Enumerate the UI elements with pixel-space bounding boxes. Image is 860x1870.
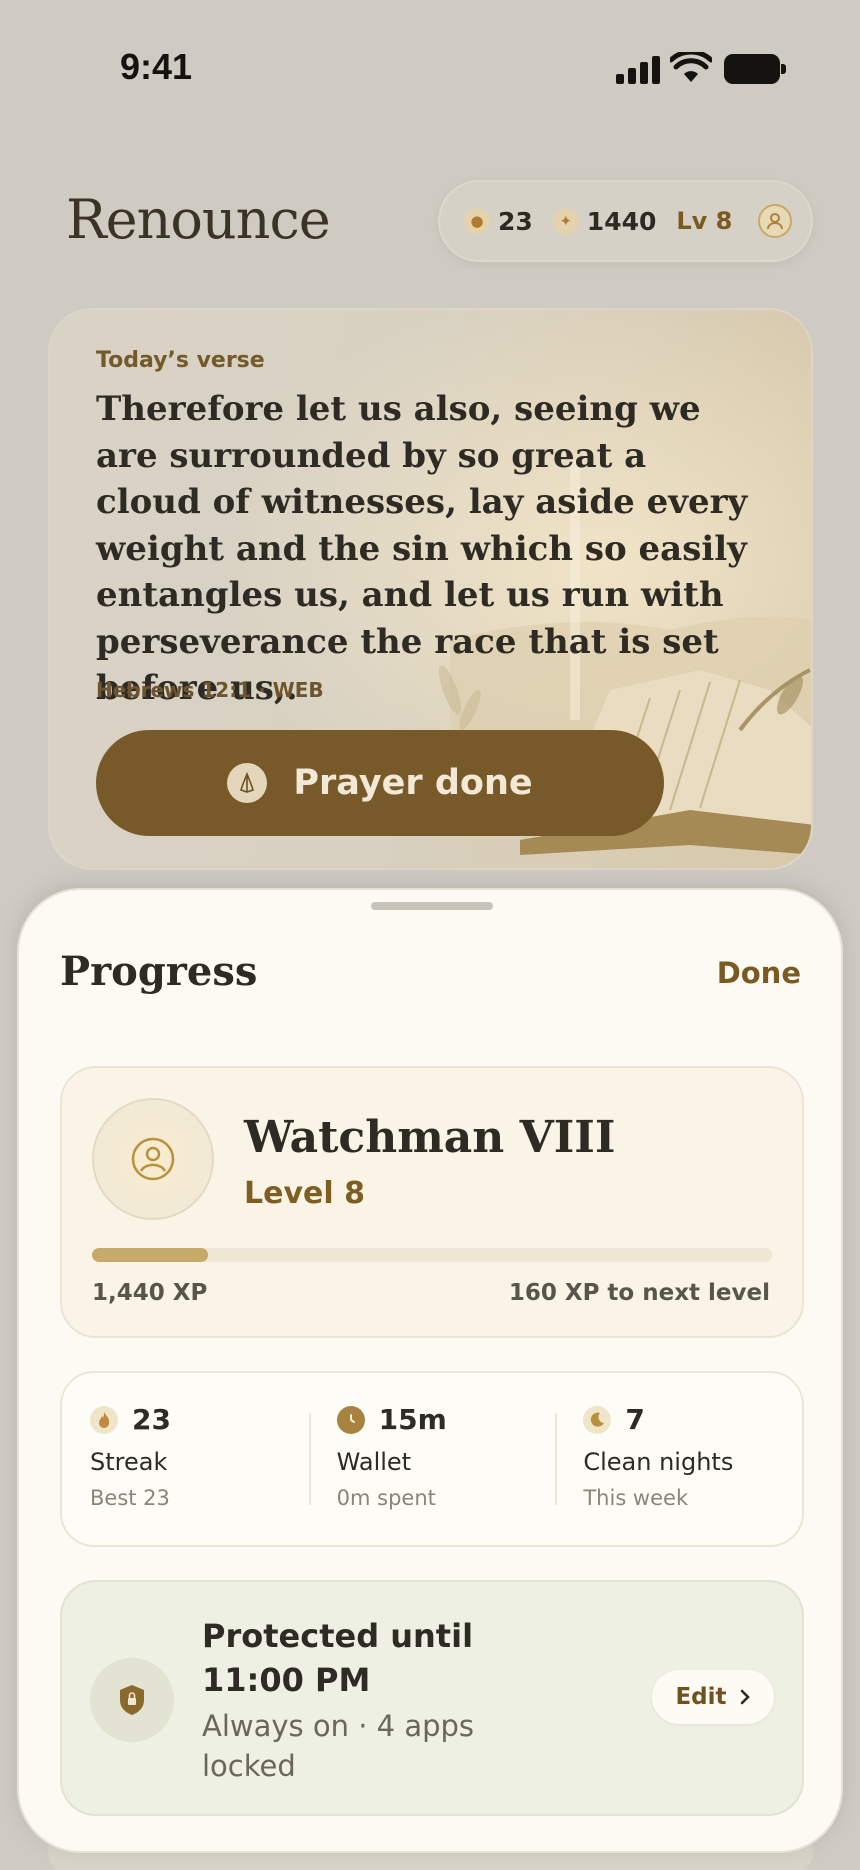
progress-sheet: Progress Done Watchman VIII Level 8 1,44…: [17, 888, 843, 1853]
stat-value: 15m: [378, 1403, 447, 1436]
level-avatar-icon: [92, 1098, 214, 1220]
clock-icon: [336, 1405, 365, 1434]
points-count: 1440: [586, 206, 657, 236]
xp-to-next: 160 XP to next level: [508, 1280, 770, 1306]
chevron-right-icon: [740, 1689, 750, 1705]
flame-icon: [90, 1405, 118, 1434]
xp-progress-fill: [92, 1248, 208, 1262]
protection-title: Protected until 11:00 PM: [202, 1617, 474, 1699]
profile-avatar-icon[interactable]: [758, 204, 793, 238]
moon-icon: [583, 1405, 612, 1434]
battery-icon: [724, 54, 786, 84]
level-number: Level 8: [244, 1176, 365, 1211]
xp-progress-bar: [92, 1248, 772, 1262]
prayer-done-button[interactable]: Prayer done: [96, 730, 664, 836]
wifi-icon: [670, 52, 712, 82]
level-card: Watchman VIII Level 8 1,440 XP 160 XP to…: [60, 1066, 804, 1338]
protection-card[interactable]: Protected until 11:00 PM Always on · 4 a…: [60, 1580, 804, 1816]
stat-wallet: 15m Wallet 0m spent: [308, 1373, 556, 1545]
verse-reference: Hebrews 12:1 · WEB: [96, 678, 324, 702]
app-logo: Renounce: [66, 188, 331, 251]
xp-total: 1,440 XP: [92, 1280, 208, 1306]
daily-verse-card: Today’s verse Therefore let us also, see…: [48, 308, 813, 870]
header-stats-pill[interactable]: ● 23 ✦ 1440 Lv 8: [438, 180, 813, 262]
rank-name: Watchman VIII: [244, 1112, 616, 1163]
stat-clean-nights: 7 Clean nights This week: [555, 1373, 802, 1545]
streak-count: 23: [498, 206, 533, 236]
stat-subtext: Best 23: [90, 1486, 170, 1510]
prayer-done-label: Prayer done: [293, 763, 533, 803]
sun-icon: ✦: [552, 208, 579, 234]
stat-streak: 23 Streak Best 23: [62, 1373, 309, 1545]
shield-icon: [90, 1658, 174, 1742]
flame-icon: ●: [464, 208, 490, 234]
cellular-signal-icon: [616, 56, 660, 84]
stat-label: Wallet: [336, 1448, 412, 1476]
status-time: 9:41: [120, 46, 193, 87]
sheet-title: Progress: [60, 948, 258, 995]
done-button[interactable]: Done: [717, 956, 801, 990]
sheet-grabber[interactable]: [371, 902, 493, 910]
edit-protection-button[interactable]: Edit: [652, 1670, 774, 1724]
stat-label: Streak: [90, 1448, 168, 1476]
verse-text: Therefore let us also, seeing we are sur…: [96, 389, 748, 708]
edit-label: Edit: [675, 1684, 727, 1710]
stat-subtext: 0m spent: [336, 1486, 436, 1510]
verse-label: Today’s verse: [96, 348, 265, 373]
stat-value: 7: [625, 1403, 645, 1436]
stat-value: 23: [132, 1403, 171, 1436]
status-bar: 9:41: [0, 0, 860, 130]
praying-hands-icon: [227, 763, 268, 803]
stat-subtext: This week: [583, 1486, 689, 1510]
level-badge: Lv 8: [676, 207, 733, 235]
protection-subtitle: Always on · 4 apps locked: [202, 1709, 475, 1783]
stat-label: Clean nights: [583, 1448, 734, 1476]
stats-card: 23 Streak Best 23 15m Wallet 0m spent 7 …: [60, 1371, 804, 1547]
